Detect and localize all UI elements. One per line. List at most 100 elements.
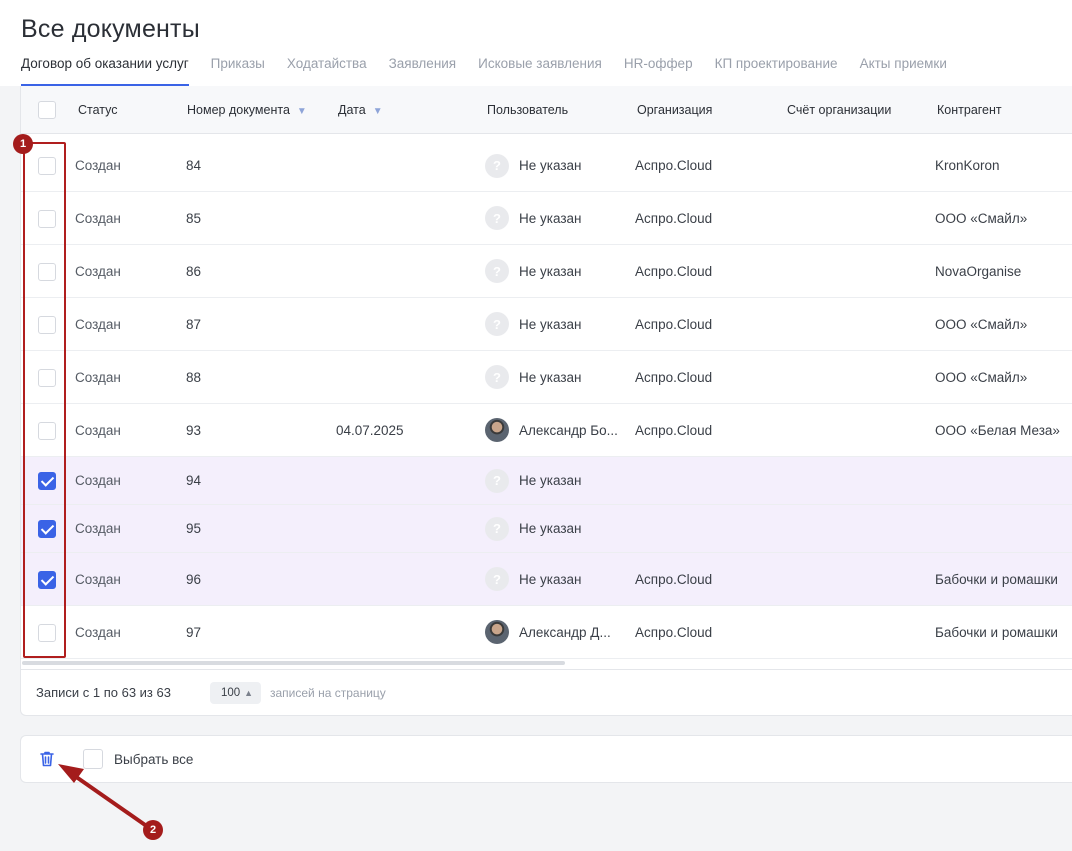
avatar-placeholder-icon: ?: [485, 365, 509, 389]
user-name: Александр Д...: [519, 624, 611, 640]
cell-number[interactable]: 84: [186, 140, 201, 191]
cell-contractor: ООО «Белая Меза»: [935, 422, 1060, 438]
document-type-tabs: Договор об оказании услуг Приказы Ходата…: [21, 55, 969, 86]
cell-number[interactable]: 88: [186, 351, 201, 403]
cell-status: Создан: [75, 158, 121, 173]
column-number-label: Номер документа: [187, 103, 290, 117]
avatar-placeholder-icon: ?: [485, 312, 509, 336]
cell-user: ? Не указан: [485, 192, 581, 244]
horizontal-scrollbar[interactable]: [22, 661, 565, 665]
header-select-checkbox[interactable]: [38, 101, 56, 119]
per-page-label: записей на страницу: [270, 686, 386, 700]
cell-number[interactable]: 85: [186, 192, 201, 244]
column-number[interactable]: Номер документа ▼: [187, 86, 307, 134]
cell-user: ? Не указан: [485, 505, 581, 552]
tab-kp-design[interactable]: КП проектирование: [715, 55, 838, 86]
column-status[interactable]: Статус: [78, 86, 118, 134]
tab-petitions[interactable]: Ходатайства: [287, 55, 367, 86]
cell-user: Александр Бо...: [485, 404, 618, 456]
cell-status: Создан: [75, 263, 121, 279]
cell-organization: Аспро.Cloud: [635, 263, 713, 279]
cell-number[interactable]: 93: [186, 404, 201, 456]
table-row[interactable]: Создан 97 Александр Д... Аспро.Cloud Бабочки…: [21, 606, 1072, 659]
cell-number[interactable]: 86: [186, 245, 201, 297]
cell-organization: Аспро.Cloud: [635, 571, 713, 587]
cell-user: ? Не указан: [485, 553, 581, 605]
pagination-bar: Записи с 1 по 63 из 63 100 ▲ записей на …: [21, 669, 1072, 715]
cell-organization: Аспро.Cloud: [635, 624, 713, 640]
select-all-label[interactable]: Выбрать все: [114, 736, 193, 784]
table-row[interactable]: Создан 88? Не указан Аспро.Cloud ООО «Смайл»: [21, 351, 1072, 404]
cell-user: Александр Д...: [485, 606, 611, 658]
column-date-label: Дата: [338, 103, 366, 117]
cell-organization: Аспро.Cloud: [635, 158, 713, 173]
tab-applications[interactable]: Заявления: [389, 55, 457, 86]
user-name: Не указан: [519, 316, 582, 332]
chevron-up-icon: ▲: [244, 688, 253, 698]
column-user-label: Пользователь: [487, 103, 569, 117]
cell-user: ? Не указан: [485, 457, 581, 504]
trash-icon[interactable]: [39, 750, 55, 768]
tab-service-contract[interactable]: Договор об оказании услуг: [21, 55, 189, 86]
column-user[interactable]: Пользователь: [487, 86, 568, 134]
user-avatar: [485, 620, 509, 644]
table-row[interactable]: Создан 86? Не указан Аспро.Cloud NovaOrganis…: [21, 245, 1072, 298]
user-name: Не указан: [519, 210, 582, 226]
cell-organization: Аспро.Cloud: [635, 422, 713, 438]
cell-user: ? Не указан: [485, 298, 581, 350]
tab-acceptance-acts[interactable]: Акты приемки: [860, 55, 947, 86]
table-row[interactable]: Создан 95? Не указан: [21, 505, 1072, 553]
table-row[interactable]: Создан 93 04.07.2025 Александр Бо... Аспро.C…: [21, 404, 1072, 457]
cell-date: 04.07.2025: [336, 422, 404, 438]
cell-number[interactable]: 96: [186, 553, 201, 605]
bulk-actions-bar: Выбрать все: [20, 735, 1072, 783]
table-row[interactable]: Создан 84 ? Не указан Аспро.Cloud KronKoron: [21, 140, 1072, 192]
cell-number[interactable]: 87: [186, 298, 201, 350]
chevron-down-icon[interactable]: ▼: [373, 88, 383, 136]
user-name: Александр Бо...: [519, 422, 618, 438]
documents-table-card: Статус Номер документа ▼ Дата ▼ Пользовате…: [20, 86, 1072, 716]
cell-status: Создан: [75, 369, 121, 385]
page-title: Все документы: [21, 15, 200, 43]
tab-orders[interactable]: Приказы: [211, 55, 265, 86]
column-date[interactable]: Дата ▼: [338, 86, 383, 134]
cell-number[interactable]: 97: [186, 606, 201, 658]
column-contractor-label: Контрагент: [937, 103, 1002, 117]
page-header: Все документы Договор об оказании услуг …: [0, 0, 1072, 86]
column-org-account[interactable]: Счёт организации: [787, 86, 891, 134]
cell-user: ? Не указан: [485, 245, 581, 297]
avatar-placeholder-icon: ?: [485, 153, 509, 178]
cell-contractor: Бабочки и ромашки: [935, 624, 1058, 640]
cell-user: ? Не указан: [485, 140, 581, 191]
annotation-checkbox-highlight: [23, 142, 66, 658]
cell-number[interactable]: 95: [186, 505, 201, 552]
cell-contractor: ООО «Смайл»: [935, 210, 1028, 226]
avatar-placeholder-icon: ?: [485, 259, 509, 283]
cell-user: ? Не указан: [485, 351, 581, 403]
column-contractor[interactable]: Контрагент: [937, 86, 1002, 134]
table-row[interactable]: Создан 94 ? Не указан: [21, 457, 1072, 505]
cell-organization: Аспро.Cloud: [635, 369, 713, 385]
column-organization[interactable]: Организация: [637, 86, 712, 134]
cell-organization: Аспро.Cloud: [635, 316, 713, 332]
chevron-down-icon[interactable]: ▼: [297, 88, 307, 136]
cell-contractor: NovaOrganise: [935, 263, 1022, 279]
cell-status: Создан: [75, 473, 121, 488]
table-row[interactable]: Создан 87? Не указан Аспро.Cloud ООО «Смайл»: [21, 298, 1072, 351]
table-row[interactable]: Создан 96? Не указан Аспро.Cloud Бабочки и р…: [21, 553, 1072, 606]
cell-contractor: Бабочки и ромашки: [935, 571, 1058, 587]
per-page-select[interactable]: 100 ▲: [210, 682, 261, 704]
cell-status: Создан: [75, 624, 121, 640]
user-name: Не указан: [519, 263, 582, 279]
tab-hr-offer[interactable]: HR-оффер: [624, 55, 693, 86]
user-name: Не указан: [519, 473, 582, 488]
tab-lawsuits[interactable]: Исковые заявления: [478, 55, 602, 86]
column-status-label: Статус: [78, 103, 118, 117]
table-row[interactable]: Создан 85? Не указан Аспро.Cloud ООО «Смайл»: [21, 192, 1072, 245]
column-org-account-label: Счёт организации: [787, 103, 892, 117]
cell-number[interactable]: 94: [186, 457, 201, 504]
cell-status: Создан: [75, 210, 121, 226]
cell-contractor: KronKoron: [935, 158, 1000, 173]
select-all-checkbox[interactable]: [83, 749, 103, 769]
table-body: Создан 84? Не указан Аспро.Cloud KronKoron Со…: [21, 140, 1072, 659]
